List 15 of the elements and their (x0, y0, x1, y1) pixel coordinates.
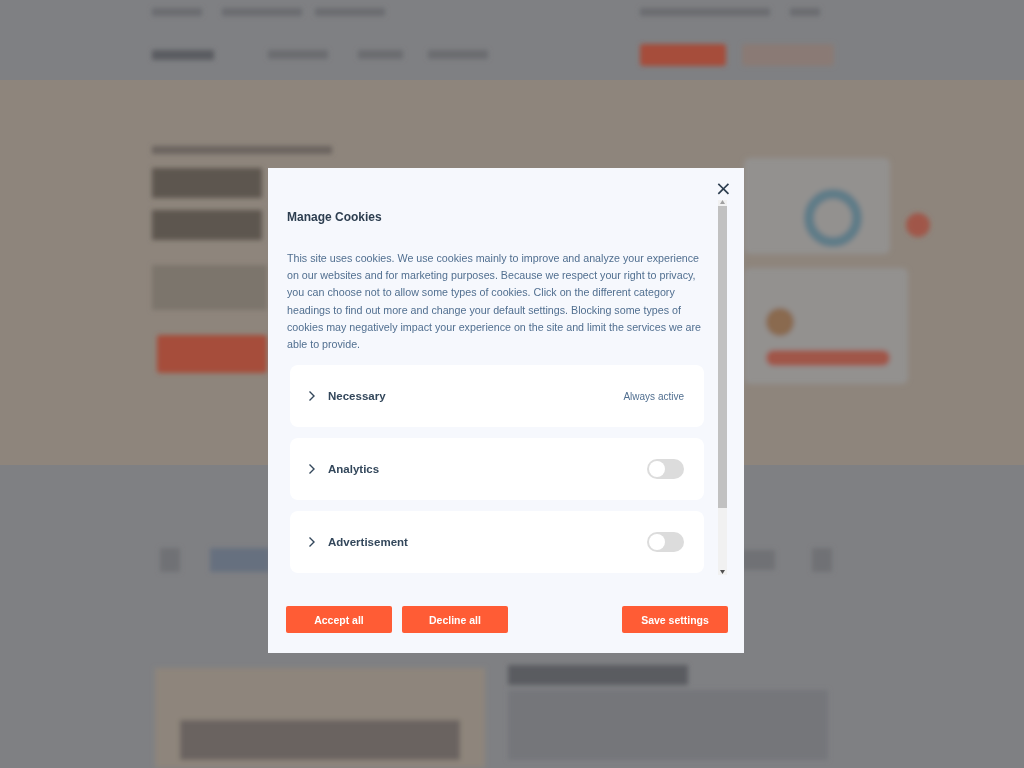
scroll-down-icon[interactable] (720, 570, 725, 574)
close-button[interactable]: × (715, 180, 731, 196)
toggle-switch[interactable] (647, 459, 684, 480)
dialog-title: Manage Cookies (287, 210, 382, 224)
category-header[interactable]: Necessary (308, 390, 386, 403)
description-text: This site uses cookies. We use cookies mainly to improve and analyze your experience on our websites and for marketing purposes. Because we respect your right to privacy, you can choose not to allow some types of cookies. Click on the different category headings to find out more and change your default settings. Blocking some types of cookies may negatively impact your experience on the site and limit the services we are able to provide. (287, 251, 703, 352)
category-header[interactable]: Analytics (308, 463, 380, 476)
scrollbar[interactable] (718, 200, 727, 575)
scroll-up-icon[interactable] (720, 200, 725, 204)
category-header[interactable]: Advertisement (308, 536, 408, 549)
chevron-icon (308, 536, 316, 549)
chevron-icon (308, 390, 316, 403)
toggle-switch[interactable] (647, 532, 684, 553)
chevron-icon (308, 463, 316, 476)
status-text: Always active (623, 390, 684, 402)
